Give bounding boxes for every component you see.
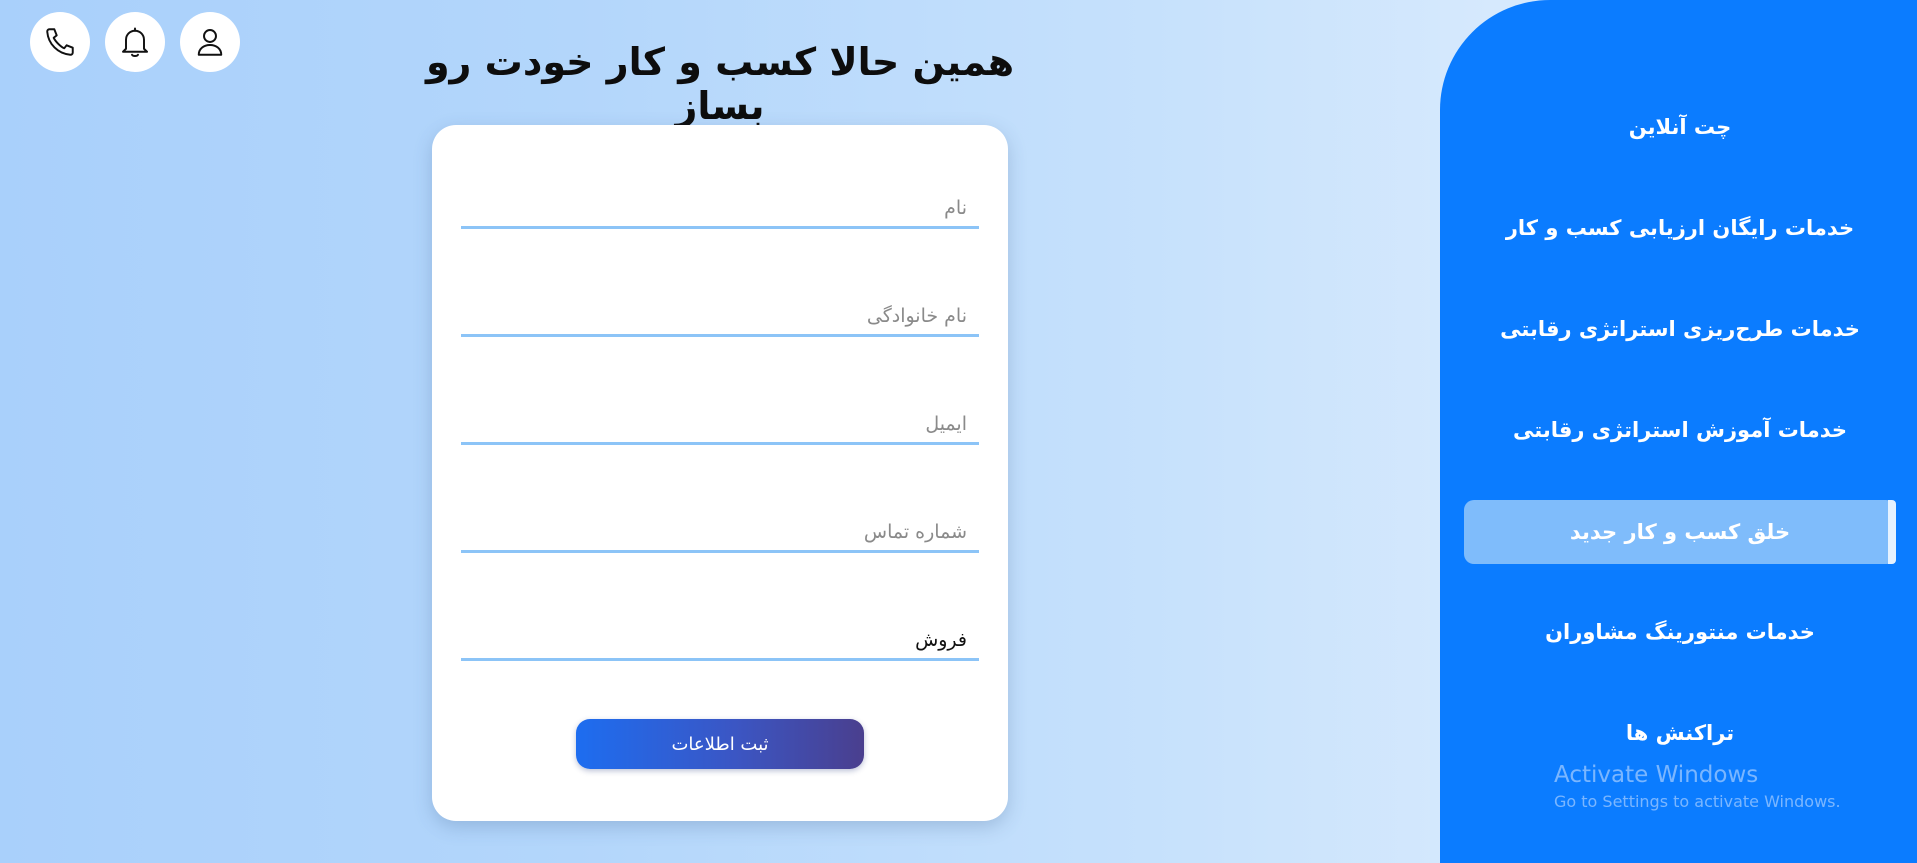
user-icon (197, 29, 223, 56)
sidebar-item-transactions[interactable]: تراکنش ها (1464, 701, 1896, 765)
notifications-button[interactable] (105, 12, 165, 72)
sidebar-item-online-chat[interactable]: چت آنلاین (1464, 95, 1896, 159)
email-input[interactable] (461, 405, 979, 442)
phone-field[interactable] (461, 513, 979, 553)
business-type-input[interactable] (461, 621, 979, 658)
business-type-field[interactable] (461, 621, 979, 661)
sidebar-item-strategy-training[interactable]: خدمات آموزش استراتژی رقابتی (1464, 398, 1896, 462)
watermark-subtitle: Go to Settings to activate Windows. (1554, 792, 1841, 811)
windows-activation-watermark: Activate Windows Go to Settings to activ… (1554, 762, 1841, 811)
sidebar: چت آنلاین خدمات رایگان ارزیابی کسب و کار… (1440, 0, 1917, 863)
watermark-title: Activate Windows (1554, 762, 1759, 788)
sidebar-item-label: خدمات رایگان ارزیابی کسب و کار (1505, 216, 1855, 240)
sidebar-item-strategy-planning[interactable]: خدمات طرح‌ریزی استراتژی رقابتی (1464, 297, 1896, 361)
sidebar-item-label: تراکنش ها (1625, 721, 1735, 745)
last-name-input[interactable] (461, 297, 979, 334)
page-title: همین حالا کسب و کار خودت رو بساز (425, 40, 1015, 128)
sidebar-item-mentoring[interactable]: خدمات منتورینگ مشاوران (1464, 600, 1896, 664)
sidebar-item-new-business[interactable]: خلق کسب و کار جدید (1464, 500, 1896, 564)
sidebar-item-label: چت آنلاین (1628, 115, 1732, 139)
bell-icon (122, 27, 148, 57)
sidebar-item-label: خدمات طرح‌ریزی استراتژی رقابتی (1500, 317, 1860, 341)
sidebar-item-label: خدمات منتورینگ مشاوران (1545, 620, 1815, 644)
phone-icon (46, 28, 74, 56)
last-name-field[interactable] (461, 297, 979, 337)
phone-input[interactable] (461, 513, 979, 550)
phone-button[interactable] (30, 12, 90, 72)
profile-button[interactable] (180, 12, 240, 72)
sidebar-item-free-evaluation[interactable]: خدمات رایگان ارزیابی کسب و کار (1464, 196, 1896, 260)
submit-button[interactable]: ثبت اطلاعات (576, 719, 864, 769)
registration-form: ثبت اطلاعات (432, 125, 1008, 821)
first-name-input[interactable] (461, 189, 979, 226)
first-name-field[interactable] (461, 189, 979, 229)
sidebar-item-label: خدمات آموزش استراتژی رقابتی (1513, 418, 1847, 442)
email-field[interactable] (461, 405, 979, 445)
sidebar-item-label: خلق کسب و کار جدید (1569, 520, 1791, 544)
